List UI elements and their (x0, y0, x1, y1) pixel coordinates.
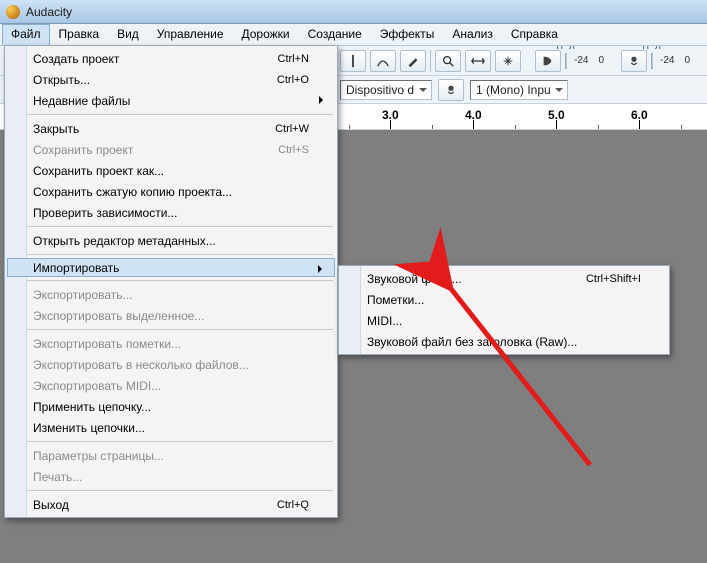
menu-sep (9, 226, 333, 227)
mi-import-midi[interactable]: MIDI... (341, 310, 667, 331)
menu-file[interactable]: Файл (2, 24, 50, 45)
playback-meter[interactable] (565, 53, 567, 69)
mi-label: Импортировать (33, 261, 119, 275)
menu-analyze[interactable]: Анализ (443, 24, 502, 45)
mi-label: Печать... (33, 470, 82, 484)
mi-shortcut: Ctrl+Shift+I (586, 273, 641, 285)
mi-label: Звуковой файл без заголовка (Raw)... (367, 335, 577, 349)
mi-label: Экспортировать выделенное... (33, 309, 204, 323)
db-scale-3: -24 (657, 55, 677, 66)
menu-edit[interactable]: Правка (50, 24, 109, 45)
mi-checkdeps[interactable]: Проверить зависимости... (7, 202, 335, 223)
rec-device-icon (438, 79, 464, 101)
mi-new[interactable]: Создать проект Ctrl+N (7, 48, 335, 69)
mi-label: Звуковой файл... (367, 272, 462, 286)
menu-sep (9, 280, 333, 281)
mi-exportsel: Экспортировать выделенное... (7, 305, 335, 326)
menu-sep (9, 254, 333, 255)
mi-metaeditor[interactable]: Открыть редактор метаданных... (7, 230, 335, 251)
mi-saveas[interactable]: Сохранить проект как... (7, 160, 335, 181)
submenu-arrow-icon (318, 265, 326, 273)
mi-label: Выход (33, 498, 69, 512)
menu-help[interactable]: Справка (502, 24, 567, 45)
menu-effects[interactable]: Эффекты (371, 24, 444, 45)
mi-label: Сохранить сжатую копию проекта... (33, 185, 232, 199)
mi-label: Параметры страницы... (33, 449, 164, 463)
menu-sep (9, 441, 333, 442)
mi-label: Применить цепочку... (33, 400, 151, 414)
mi-open[interactable]: Открыть... Ctrl+O (7, 69, 335, 90)
rec-device-value: 1 (Mono) Inpu (476, 83, 551, 97)
play-meter-icon[interactable] (535, 50, 561, 72)
menu-import-dropdown: Звуковой файл...Ctrl+Shift+I Пометки... … (338, 265, 670, 355)
mi-label: Закрыть (33, 122, 79, 136)
mi-import-labels[interactable]: Пометки... (341, 289, 667, 310)
menu-sep (9, 490, 333, 491)
mi-label: Создать проект (33, 52, 119, 66)
mi-label: Экспортировать в несколько файлов... (33, 358, 249, 372)
menu-generate[interactable]: Создание (299, 24, 371, 45)
zoom-tool[interactable] (435, 50, 461, 72)
menu-transport[interactable]: Управление (148, 24, 233, 45)
mi-label: Сохранить проект как... (33, 164, 164, 178)
menu-file-dropdown: Создать проект Ctrl+N Открыть... Ctrl+O Не… (4, 45, 338, 518)
mi-pagesetup: Параметры страницы... (7, 445, 335, 466)
mi-shortcut: Ctrl+O (277, 74, 309, 86)
mi-shortcut: Ctrl+N (278, 53, 309, 65)
titlebar: Audacity (0, 0, 707, 24)
selection-tool[interactable] (340, 50, 366, 72)
app-title: Audacity (26, 5, 72, 19)
envelope-tool[interactable] (370, 50, 396, 72)
mi-label: Экспортировать пометки... (33, 337, 181, 351)
toolbar-divider (430, 50, 431, 72)
mi-label: Открыть... (33, 73, 90, 87)
mi-label: Экспортировать... (33, 288, 133, 302)
mi-recent[interactable]: Недавние файлы (7, 90, 335, 111)
menu-sep (9, 114, 333, 115)
menu-tracks[interactable]: Дорожки (233, 24, 299, 45)
mi-shortcut: Ctrl+Q (277, 499, 309, 511)
draw-tool[interactable] (400, 50, 426, 72)
mi-label: Недавние файлы (33, 94, 130, 108)
menu-sep (9, 329, 333, 330)
record-meter[interactable] (651, 53, 653, 69)
mi-applychain[interactable]: Применить цепочку... (7, 396, 335, 417)
mi-label: Открыть редактор метаданных... (33, 234, 216, 248)
menu-view[interactable]: Вид (108, 24, 148, 45)
menubar: Файл Правка Вид Управление Дорожки Созда… (0, 24, 707, 46)
mi-import-audio[interactable]: Звуковой файл... Ctrl+Shift+I (341, 268, 667, 289)
mi-label: Сохранить проект (33, 143, 133, 157)
mi-import-raw[interactable]: Звуковой файл без заголовка (Raw)... (341, 331, 667, 352)
submenu-arrow-icon (319, 96, 327, 104)
mi-exportmidi: Экспортировать MIDI... (7, 375, 335, 396)
mi-shortcut: Ctrl+W (275, 123, 309, 135)
mi-shortcut: Ctrl+S (278, 144, 309, 156)
host-combo-value: Dispositivo d (346, 83, 414, 97)
db-scale-1: -24 (571, 55, 591, 66)
mi-close[interactable]: Закрыть Ctrl+W (7, 118, 335, 139)
db-scale-4: 0 (681, 55, 693, 66)
mi-label: Проверить зависимости... (33, 206, 177, 220)
host-combo[interactable]: Dispositivo d (340, 80, 432, 100)
mi-label: Пометки... (367, 293, 424, 307)
mi-exportlabels: Экспортировать пометки... (7, 333, 335, 354)
mi-savecomp[interactable]: Сохранить сжатую копию проекта... (7, 181, 335, 202)
mi-editchains[interactable]: Изменить цепочки... (7, 417, 335, 438)
db-scale-2: 0 (595, 55, 607, 66)
app-icon (6, 5, 20, 19)
mi-print: Печать... (7, 466, 335, 487)
multi-tool[interactable] (495, 50, 521, 72)
timeshift-tool[interactable] (465, 50, 491, 72)
mi-label: MIDI... (367, 314, 402, 328)
rec-meter-icon[interactable] (621, 50, 647, 72)
mi-exit[interactable]: Выход Ctrl+Q (7, 494, 335, 515)
mi-save: Сохранить проект Ctrl+S (7, 139, 335, 160)
mi-label: Экспортировать MIDI... (33, 379, 161, 393)
mi-label: Изменить цепочки... (33, 421, 145, 435)
mi-import[interactable]: Импортировать (7, 258, 335, 277)
mi-export: Экспортировать... (7, 284, 335, 305)
mi-exportmulti: Экспортировать в несколько файлов... (7, 354, 335, 375)
rec-device-combo[interactable]: 1 (Mono) Inpu (470, 80, 568, 100)
